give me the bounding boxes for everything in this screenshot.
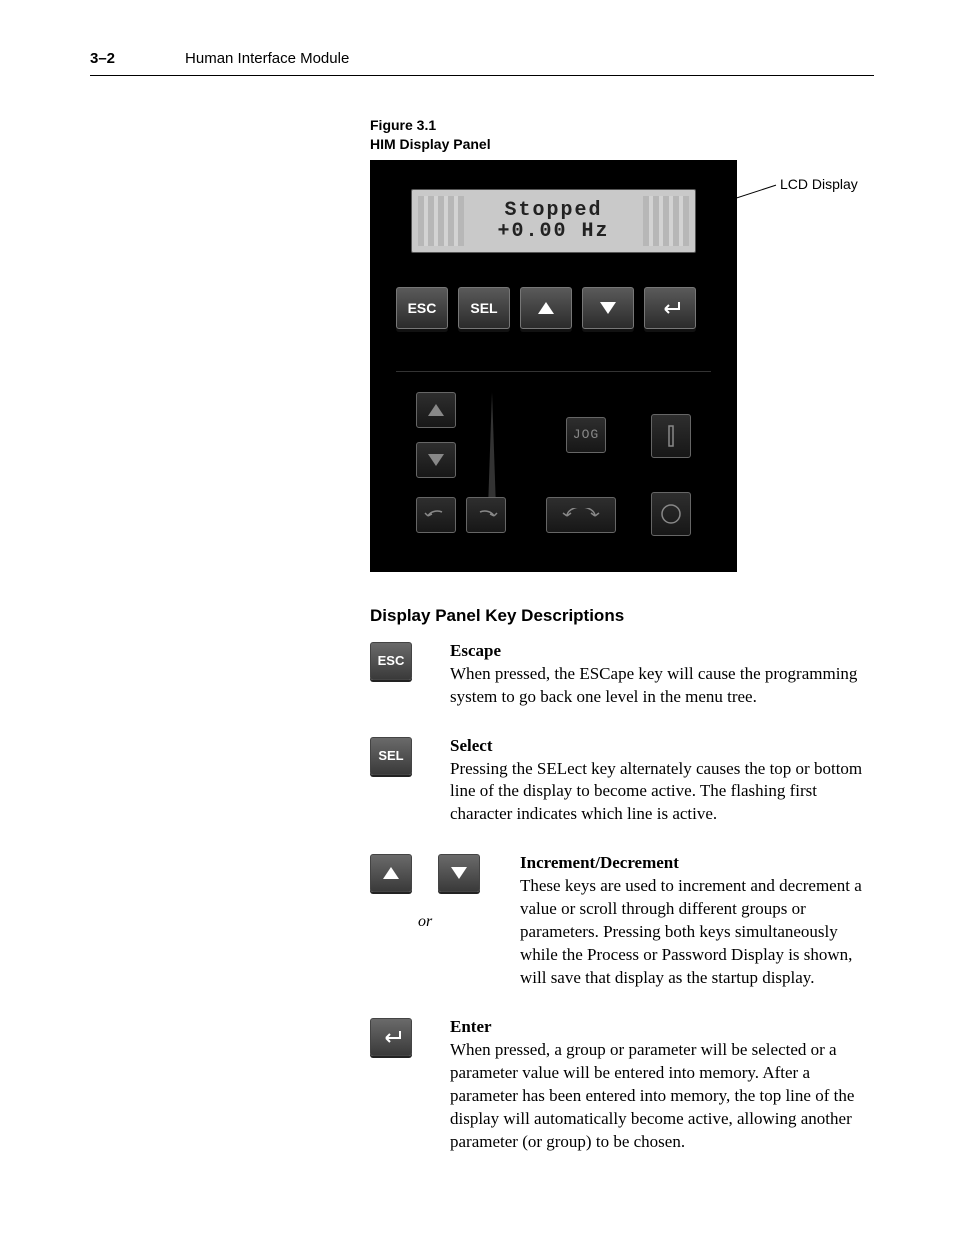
- document-page: 3–2 Human Interface Module Figure 3.1 HI…: [0, 0, 954, 1235]
- description-text: Escape When pressed, the ESCape key will…: [450, 640, 874, 709]
- stop-circle-icon: [659, 502, 683, 526]
- bidir-arrow-icon: [557, 508, 605, 522]
- description-text: Enter When pressed, a group or parameter…: [450, 1016, 874, 1154]
- triangle-down-outline-icon: [428, 454, 444, 466]
- start-bar-icon: [667, 425, 675, 447]
- lower-control-area: JOG: [396, 371, 711, 551]
- direction-button[interactable]: [546, 497, 616, 533]
- description-body: When pressed, a group or parameter will …: [450, 1040, 854, 1151]
- triangle-down-icon: [600, 302, 616, 314]
- down-button[interactable]: [582, 287, 634, 329]
- triangle-down-icon: [451, 867, 467, 879]
- down-key-icon: [438, 854, 480, 892]
- lcd-text: Stopped +0.00 Hz: [497, 200, 609, 242]
- main-content: Figure 3.1 HIM Display Panel Stopped +0.…: [370, 116, 874, 1154]
- description-title: Increment/Decrement: [520, 853, 679, 872]
- lcd-decoration-left: [418, 196, 464, 246]
- icon-column: SEL: [370, 735, 450, 827]
- jog-button[interactable]: JOG: [566, 417, 606, 453]
- lcd-line-2: +0.00 Hz: [497, 221, 609, 242]
- description-enter: Enter When pressed, a group or parameter…: [370, 1016, 874, 1154]
- description-incdec: or Increment/Decrement These keys are us…: [370, 852, 874, 990]
- icon-column: [370, 1016, 450, 1154]
- description-text: Increment/Decrement These keys are used …: [520, 852, 874, 990]
- figure-number: Figure 3.1: [370, 117, 436, 133]
- figure-title: HIM Display Panel: [370, 136, 491, 152]
- description-body: Pressing the SELect key alternately caus…: [450, 759, 862, 824]
- enter-button[interactable]: [644, 287, 696, 329]
- triangle-up-icon: [383, 867, 399, 879]
- icon-column: or: [370, 852, 520, 990]
- triangle-up-icon: [538, 302, 554, 314]
- description-select: SEL Select Pressing the SELect key alter…: [370, 735, 874, 827]
- description-text: Select Pressing the SELect key alternate…: [450, 735, 874, 827]
- lcd-line-1: Stopped: [497, 200, 609, 221]
- icon-column: ESC: [370, 640, 450, 709]
- start-button[interactable]: [651, 414, 691, 458]
- page-number: 3–2: [90, 50, 115, 67]
- up-key-icon: [370, 854, 412, 892]
- callout-label: LCD Display: [780, 176, 858, 192]
- description-body: These keys are used to increment and dec…: [520, 876, 862, 987]
- him-display-panel: Stopped +0.00 Hz ESC SEL: [370, 160, 737, 572]
- description-title: Escape: [450, 641, 501, 660]
- enter-arrow-icon: [659, 301, 681, 315]
- description-title: Select: [450, 736, 492, 755]
- triangle-up-outline-icon: [428, 404, 444, 416]
- up-button[interactable]: [520, 287, 572, 329]
- sel-key-icon: SEL: [370, 737, 412, 775]
- section-heading: Display Panel Key Descriptions: [370, 606, 874, 626]
- speed-down-button[interactable]: [416, 442, 456, 478]
- speed-indicator-icon: [488, 392, 495, 497]
- description-body: When pressed, the ESCape key will cause …: [450, 664, 857, 706]
- lcd-display: Stopped +0.00 Hz: [411, 189, 696, 253]
- chapter-title: Human Interface Module: [185, 50, 349, 67]
- header-rule: [90, 75, 874, 76]
- enter-key-icon: [370, 1018, 412, 1056]
- figure-wrapper: Stopped +0.00 Hz ESC SEL: [370, 160, 874, 572]
- enter-arrow-icon: [380, 1030, 402, 1044]
- rev-button[interactable]: [416, 497, 456, 533]
- page-header: 3–2 Human Interface Module: [90, 50, 874, 67]
- fwd-arrow-icon: [474, 508, 498, 522]
- sel-button[interactable]: SEL: [458, 287, 510, 329]
- esc-key-icon: ESC: [370, 642, 412, 680]
- speed-up-button[interactable]: [416, 392, 456, 428]
- or-label: or: [418, 913, 432, 931]
- fwd-button[interactable]: [466, 497, 506, 533]
- key-row: ESC SEL: [396, 287, 711, 333]
- lcd-decoration-right: [643, 196, 689, 246]
- figure-caption: Figure 3.1 HIM Display Panel: [370, 116, 874, 154]
- esc-button[interactable]: ESC: [396, 287, 448, 329]
- description-escape: ESC Escape When pressed, the ESCape key …: [370, 640, 874, 709]
- rev-arrow-icon: [424, 508, 448, 522]
- stop-button[interactable]: [651, 492, 691, 536]
- description-title: Enter: [450, 1017, 492, 1036]
